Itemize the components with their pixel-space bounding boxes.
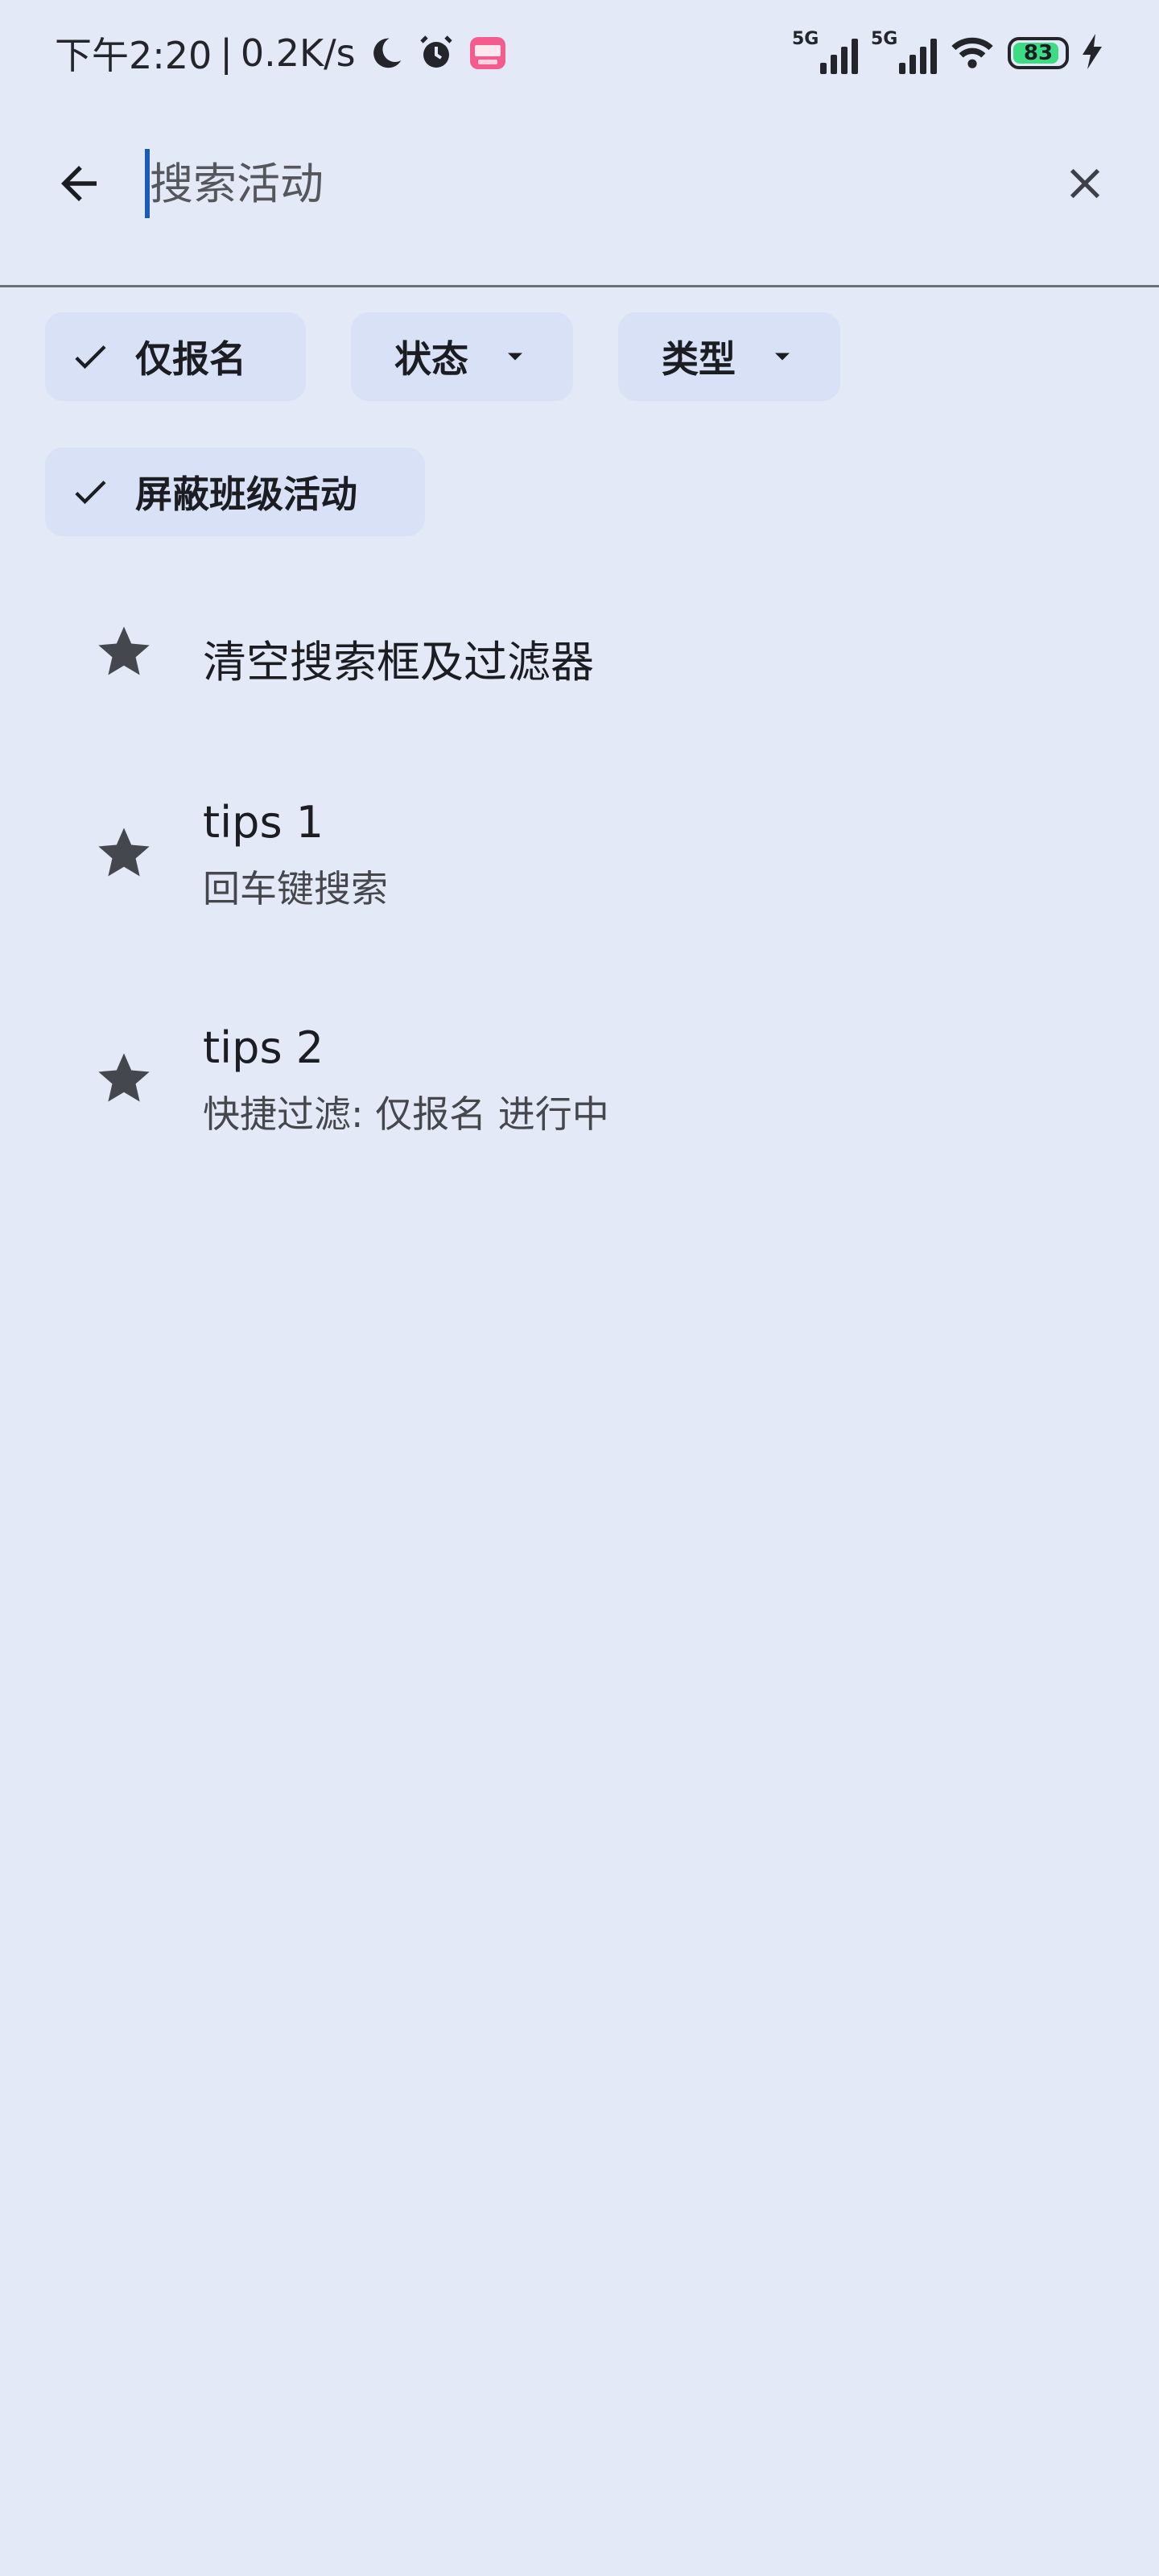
search-field[interactable] bbox=[145, 145, 998, 222]
chip-label: 仅报名 bbox=[135, 337, 246, 381]
suggestion-subtitle: 回车键搜索 bbox=[203, 867, 388, 910]
search-bar bbox=[0, 105, 1159, 287]
chip-type[interactable]: 类型 bbox=[618, 312, 840, 401]
dropdown-arrow-icon bbox=[768, 342, 797, 371]
chip-label: 状态 bbox=[394, 337, 468, 381]
suggestion-subtitle: 快捷过滤: 仅报名 进行中 bbox=[203, 1092, 609, 1136]
chip-label: 屏蔽班级活动 bbox=[135, 473, 357, 516]
status-right: 5G 5G 83 bbox=[792, 29, 1103, 77]
bilibili-icon bbox=[468, 34, 507, 72]
network-type-2: 5G bbox=[871, 29, 898, 49]
check-icon bbox=[69, 336, 111, 378]
status-time: 下午2:20 bbox=[55, 34, 212, 77]
signal-icon: 5G bbox=[792, 29, 858, 74]
suggestion-title: tips 1 bbox=[203, 797, 324, 848]
star-icon bbox=[98, 626, 150, 675]
search-divider bbox=[0, 285, 1159, 287]
battery-level: 83 bbox=[1023, 41, 1054, 65]
signal-icon: 5G bbox=[871, 29, 937, 74]
status-net-speed: 0.2K/s bbox=[240, 31, 356, 75]
network-type-1: 5G bbox=[792, 29, 819, 49]
chip-label: 类型 bbox=[662, 337, 736, 381]
clear-button[interactable] bbox=[1053, 151, 1117, 216]
chip-signed-up-only[interactable]: 仅报名 bbox=[45, 312, 306, 401]
close-icon bbox=[1070, 168, 1100, 199]
chip-hide-class-activities[interactable]: 屏蔽班级活动 bbox=[45, 448, 425, 536]
suggestion-tips-1[interactable]: tips 1 回车键搜索 bbox=[0, 781, 1159, 918]
star-icon bbox=[98, 828, 150, 877]
back-button[interactable] bbox=[47, 151, 111, 216]
suggestion-title: tips 2 bbox=[203, 1022, 324, 1073]
status-bar: 下午2:20 | 0.2K/s 5G 5G 83 bbox=[0, 0, 1159, 105]
status-left: 下午2:20 | 0.2K/s bbox=[55, 29, 507, 77]
search-input[interactable] bbox=[150, 158, 955, 209]
suggestion-title: 清空搜索框及过滤器 bbox=[203, 637, 594, 687]
alarm-icon bbox=[417, 34, 456, 72]
battery-icon: 83 bbox=[1008, 37, 1069, 69]
moon-icon bbox=[369, 35, 404, 71]
suggestion-clear-filters[interactable]: 清空搜索框及过滤器 bbox=[0, 596, 1159, 708]
chip-status[interactable]: 状态 bbox=[351, 312, 573, 401]
suggestion-tips-2[interactable]: tips 2 快捷过滤: 仅报名 进行中 bbox=[0, 1006, 1159, 1143]
check-icon bbox=[69, 471, 111, 513]
dropdown-arrow-icon bbox=[501, 342, 530, 371]
arrow-back-icon bbox=[61, 166, 97, 201]
wifi-icon bbox=[950, 32, 995, 74]
status-separator: | bbox=[220, 31, 233, 75]
star-icon bbox=[98, 1053, 150, 1102]
charging-icon bbox=[1082, 34, 1103, 72]
